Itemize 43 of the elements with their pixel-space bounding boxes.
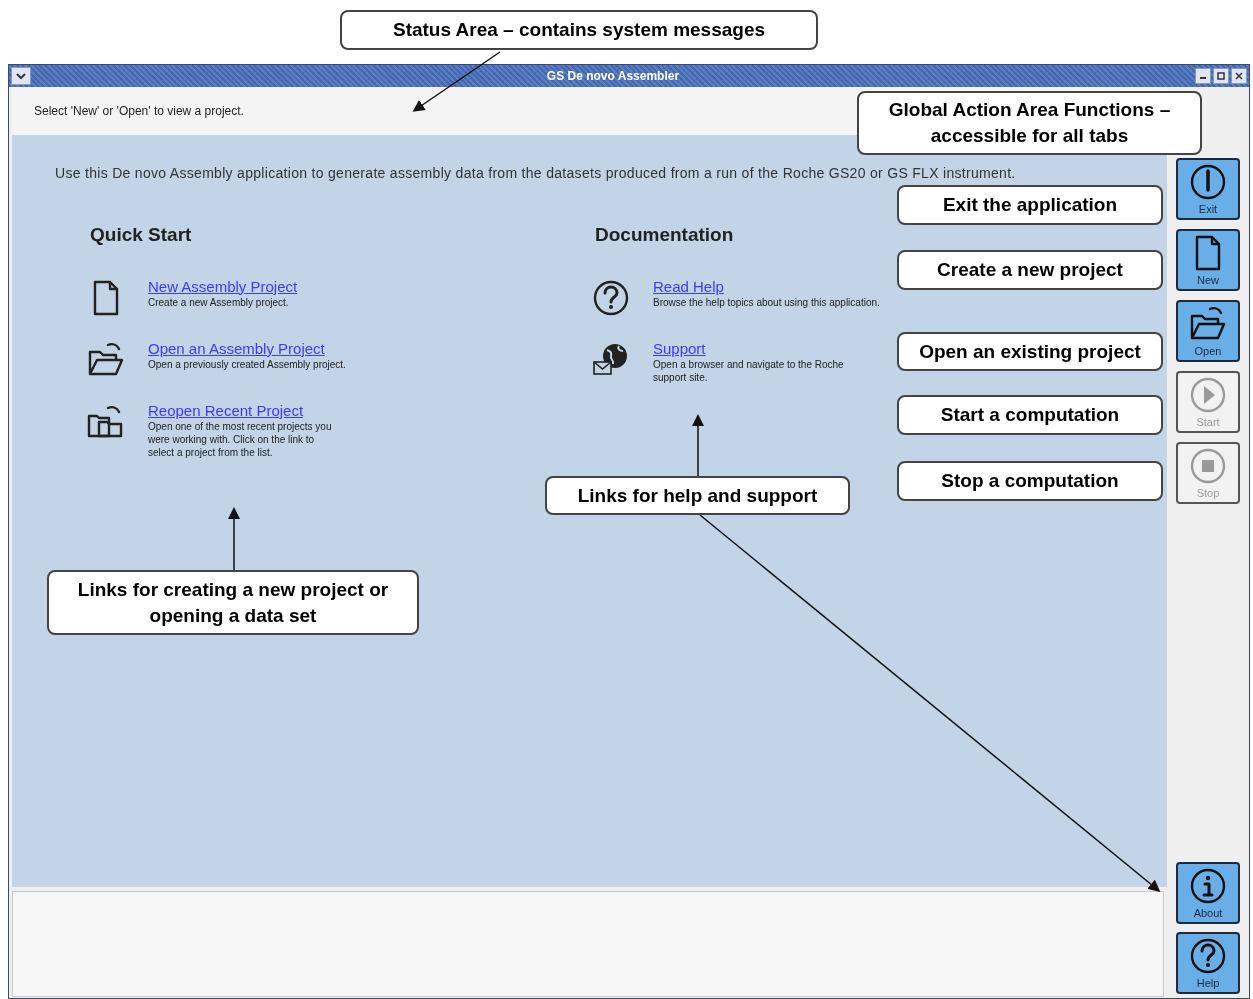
maximize-icon — [1217, 72, 1225, 80]
toolbar-button[interactable]: Open — [1176, 300, 1240, 362]
close-button[interactable] — [1231, 68, 1247, 84]
quick-link[interactable]: Open an Assembly Project — [148, 339, 346, 358]
toolbar-button[interactable]: New — [1176, 229, 1240, 291]
link-description: Open a browser and navigate to the Roche support site. — [653, 357, 845, 384]
callout-box: Stop a computation — [897, 461, 1163, 501]
link-description: Open a previously created Assembly project. — [148, 357, 346, 371]
callout-box: Links for creating a new project or opening a data set — [47, 570, 419, 635]
section-heading: Documentation — [595, 223, 735, 247]
quick-link[interactable]: Reopen Recent Project — [148, 401, 343, 420]
window-menu-button[interactable] — [11, 67, 31, 85]
quick-link[interactable]: Read Help — [653, 277, 880, 296]
callout-box: Start a computation — [897, 395, 1163, 435]
callout-box: Global Action Area Functions – accessible for all tabs — [857, 91, 1202, 155]
link-description: Create a new Assembly project. — [148, 295, 290, 309]
link-description: Browse the help topics about using this application. — [653, 295, 880, 309]
callout-arrow — [228, 507, 240, 571]
callout-box: Open an existing project — [897, 332, 1163, 371]
toolbar-button[interactable]: Help — [1176, 932, 1240, 994]
callout-box: Status Area – contains system messages — [340, 10, 818, 50]
help-icon — [1188, 936, 1228, 976]
quick-link[interactable]: New Assembly Project — [148, 277, 298, 296]
section-heading: Quick Start — [90, 223, 193, 247]
close-icon — [1235, 72, 1243, 80]
toolbar-button[interactable]: About — [1176, 862, 1240, 924]
callout-arrow — [692, 414, 704, 477]
minimize-button[interactable] — [1195, 68, 1211, 84]
callout-box: Exit the application — [897, 185, 1163, 225]
callout-box: Links for help and support — [545, 476, 850, 515]
callout-box: Create a new project — [897, 250, 1163, 290]
stop-icon — [1188, 446, 1228, 486]
maximize-button[interactable] — [1213, 68, 1229, 84]
play-icon — [1188, 375, 1228, 415]
status-message: Select 'New' or 'Open' to view a project. — [34, 103, 244, 120]
power-icon — [1188, 162, 1228, 202]
window-title: GS De novo Assembler — [545, 68, 681, 85]
intro-text: Use this De novo Assembly application to generate assembly data from the datasets produced from a run of the Roche GS20 or GS FLX instrument. — [55, 164, 1017, 183]
quick-link[interactable]: Support — [653, 339, 848, 358]
toolbar-button[interactable]: Exit — [1176, 158, 1240, 220]
chevron-down-icon — [16, 72, 26, 80]
link-description: Open one of the most recent projects you were working with. Click on the link to select a project from the list. — [148, 419, 333, 459]
info-icon — [1188, 866, 1228, 906]
